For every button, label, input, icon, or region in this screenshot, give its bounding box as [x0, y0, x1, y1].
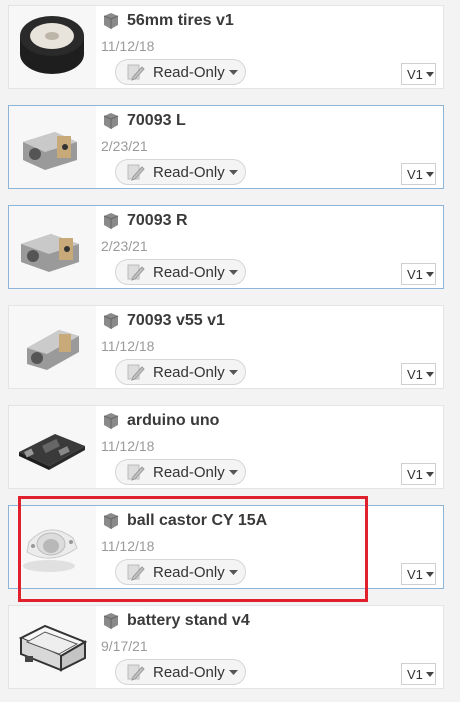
item-date: 11/12/18 — [101, 538, 155, 554]
read-only-button[interactable]: Read-Only — [115, 59, 246, 85]
item-date: 9/17/21 — [101, 638, 148, 654]
item-date: 11/12/18 — [101, 38, 155, 54]
item-name[interactable]: arduino uno — [127, 412, 219, 430]
version-label: V1 — [407, 567, 423, 582]
read-only-button[interactable]: Read-Only — [115, 659, 246, 685]
list-item[interactable]: 70093 R 2/23/21 Read-Only V1 — [8, 205, 444, 289]
chevron-down-icon — [426, 272, 434, 277]
read-only-label: Read-Only — [153, 564, 225, 581]
pencil-icon — [127, 64, 145, 81]
version-label: V1 — [407, 167, 423, 182]
pencil-icon — [127, 264, 145, 281]
version-dropdown[interactable]: V1 — [401, 663, 436, 685]
chevron-down-icon — [426, 172, 434, 177]
item-name[interactable]: 70093 R — [127, 212, 188, 230]
item-date: 11/12/18 — [101, 438, 155, 454]
chevron-down-icon — [229, 170, 238, 175]
pencil-icon — [127, 164, 145, 181]
list-item[interactable]: 56mm tires v1 11/12/18 Read-Only V1 — [8, 5, 444, 89]
chevron-down-icon — [426, 572, 434, 577]
read-only-button[interactable]: Read-Only — [115, 159, 246, 185]
version-label: V1 — [407, 67, 423, 82]
item-date: 2/23/21 — [101, 238, 148, 254]
component-icon — [103, 313, 119, 329]
version-dropdown[interactable]: V1 — [401, 263, 436, 285]
item-name[interactable]: ball castor CY 15A — [127, 512, 267, 530]
component-icon — [103, 13, 119, 29]
list-item[interactable]: 70093 L 2/23/21 Read-Only V1 — [8, 105, 444, 189]
item-name[interactable]: 70093 L — [127, 112, 186, 130]
read-only-label: Read-Only — [153, 164, 225, 181]
component-icon — [103, 613, 119, 629]
component-icon — [103, 513, 119, 529]
pencil-icon — [127, 464, 145, 481]
version-dropdown[interactable]: V1 — [401, 63, 436, 85]
chevron-down-icon — [426, 672, 434, 677]
ball-castor-thumbnail[interactable] — [9, 506, 96, 588]
list-item[interactable]: battery stand v4 9/17/21 Read-Only V1 — [8, 605, 444, 689]
chevron-down-icon — [229, 70, 238, 75]
pencil-icon — [127, 364, 145, 381]
read-only-button[interactable]: Read-Only — [115, 459, 246, 485]
item-date: 2/23/21 — [101, 138, 148, 154]
read-only-button[interactable]: Read-Only — [115, 359, 246, 385]
chevron-down-icon — [229, 570, 238, 575]
chevron-down-icon — [229, 370, 238, 375]
read-only-label: Read-Only — [153, 264, 225, 281]
read-only-label: Read-Only — [153, 364, 225, 381]
read-only-label: Read-Only — [153, 664, 225, 681]
version-label: V1 — [407, 667, 423, 682]
list-item[interactable]: ball castor CY 15A 11/12/18 Read-Only V1 — [8, 505, 444, 589]
read-only-label: Read-Only — [153, 464, 225, 481]
list-item[interactable]: 70093 v55 v1 11/12/18 Read-Only V1 — [8, 305, 444, 389]
read-only-label: Read-Only — [153, 64, 225, 81]
chevron-down-icon — [426, 472, 434, 477]
version-label: V1 — [407, 467, 423, 482]
tire-thumbnail[interactable] — [9, 6, 96, 88]
list-item[interactable]: arduino uno 11/12/18 Read-Only V1 — [8, 405, 444, 489]
chevron-down-icon — [229, 470, 238, 475]
version-label: V1 — [407, 267, 423, 282]
item-name[interactable]: battery stand v4 — [127, 612, 250, 630]
version-dropdown[interactable]: V1 — [401, 463, 436, 485]
circuit-board-thumbnail[interactable] — [9, 406, 96, 488]
chevron-down-icon — [426, 372, 434, 377]
version-dropdown[interactable]: V1 — [401, 563, 436, 585]
read-only-button[interactable]: Read-Only — [115, 559, 246, 585]
read-only-button[interactable]: Read-Only — [115, 259, 246, 285]
item-name[interactable]: 70093 v55 v1 — [127, 312, 225, 330]
item-name[interactable]: 56mm tires v1 — [127, 12, 234, 30]
battery-holder-thumbnail[interactable] — [9, 606, 96, 688]
component-icon — [103, 413, 119, 429]
pencil-icon — [127, 664, 145, 681]
version-dropdown[interactable]: V1 — [401, 363, 436, 385]
version-dropdown[interactable]: V1 — [401, 163, 436, 185]
component-icon — [103, 113, 119, 129]
component-icon — [103, 213, 119, 229]
chevron-down-icon — [426, 72, 434, 77]
gearbox-motor-thumbnail[interactable] — [9, 306, 96, 388]
gearbox-motor-thumbnail[interactable] — [9, 106, 96, 188]
version-label: V1 — [407, 367, 423, 382]
pencil-icon — [127, 564, 145, 581]
gearbox-motor-thumbnail[interactable] — [9, 206, 96, 288]
chevron-down-icon — [229, 270, 238, 275]
chevron-down-icon — [229, 670, 238, 675]
item-date: 11/12/18 — [101, 338, 155, 354]
